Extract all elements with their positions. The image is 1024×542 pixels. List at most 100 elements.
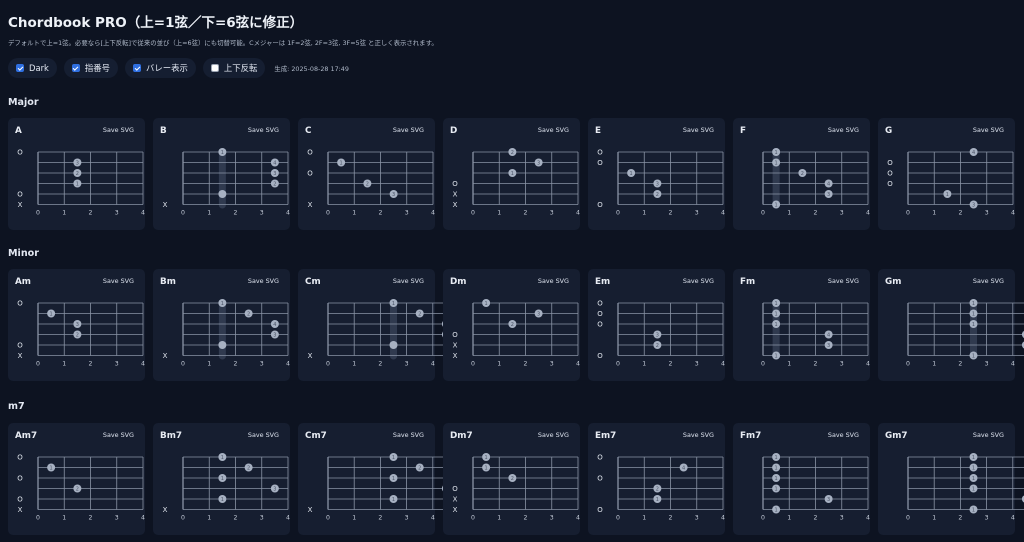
save-svg-button[interactable]: Save SVG <box>248 431 279 439</box>
fret-number-label: 3 <box>260 515 264 522</box>
save-svg-button[interactable]: Save SVG <box>683 431 714 439</box>
save-svg-button[interactable]: Save SVG <box>683 126 714 134</box>
muted-string-marker: X <box>453 506 458 514</box>
finger-number-label: 1 <box>972 476 975 482</box>
finger-number-label: 2 <box>273 181 276 187</box>
fret-number-label: 2 <box>958 361 962 368</box>
chord-diagram-f: 0 1 2 3 4 1 1 2 4 3 1 <box>761 148 870 217</box>
fret-number-label: 2 <box>89 210 93 217</box>
fret-number-label: 0 <box>181 210 185 217</box>
muted-string-marker: X <box>453 495 458 503</box>
chord-diagram-a: 0 1 2 3 4O321OX <box>17 148 145 217</box>
finger-number-label: 1 <box>392 455 395 461</box>
save-svg-button[interactable]: Save SVG <box>393 431 424 439</box>
chord-diagram-fm: 0 1 2 3 4 1 1 1 4 3 1 <box>761 299 870 368</box>
save-svg-button[interactable]: Save SVG <box>828 126 859 134</box>
save-svg-button[interactable]: Save SVG <box>103 277 134 285</box>
fingers-toggle[interactable]: 指番号 <box>63 58 118 78</box>
fret-number-label: 3 <box>115 210 119 217</box>
barre-checkbox[interactable] <box>133 64 141 72</box>
fret-number-label: 0 <box>761 361 765 368</box>
save-svg-button[interactable]: Save SVG <box>248 126 279 134</box>
save-svg-button[interactable]: Save SVG <box>973 277 1004 285</box>
fret-number-label: 4 <box>286 210 290 217</box>
finger-number-label: 4 <box>972 150 975 156</box>
finger-number-label: 1 <box>972 486 975 492</box>
fret-number-label: 3 <box>695 361 699 368</box>
chord-card-em7: Em7 Save SVG 0 1 2 3 4 O 4 O 2 1 O <box>588 423 725 535</box>
fret-number-label: 4 <box>866 210 870 217</box>
open-string-marker: O <box>597 148 603 156</box>
chord-name: E <box>595 126 602 136</box>
save-svg-button[interactable]: Save SVG <box>103 126 134 134</box>
chord-card-b: B Save SVG 0 1 2 3 4 1 4 3 2 X <box>153 118 290 230</box>
save-svg-button[interactable]: Save SVG <box>103 431 134 439</box>
flip-checkbox[interactable] <box>210 64 219 72</box>
save-svg-button[interactable]: Save SVG <box>973 126 1004 134</box>
fingers-label: 指番号 <box>84 63 110 73</box>
save-svg-button[interactable]: Save SVG <box>393 126 424 134</box>
save-svg-button[interactable]: Save SVG <box>538 431 569 439</box>
chord-row-minor: Am Save SVG 0 1 2 3 4 O 1 3 2 O X Bm Save SVG 0 1 2 3 4 1 2 4 3… <box>8 269 1024 381</box>
finger-number-label: 2 <box>76 486 79 492</box>
chord-diagram-cm: 0123451243X <box>308 299 461 368</box>
fret-number-label: 3 <box>260 210 264 217</box>
fret-number-label: 3 <box>840 361 844 368</box>
save-svg-button[interactable]: Save SVG <box>828 277 859 285</box>
fret-number-label: 1 <box>497 361 501 368</box>
fret-number-label: 4 <box>1011 210 1015 217</box>
chord-diagram-dm7: 0 1 2 3 4112OXX <box>452 453 580 522</box>
fret-number-label: 0 <box>36 361 40 368</box>
fret-number-label: 4 <box>431 515 435 522</box>
barre-toggle[interactable]: バレー表示 <box>125 58 196 78</box>
save-svg-button[interactable]: Save SVG <box>828 431 859 439</box>
fingers-checkbox[interactable] <box>71 64 80 72</box>
fret-number-label: 0 <box>906 515 910 522</box>
fret-number-label: 1 <box>352 361 356 368</box>
finger-number-label: 2 <box>656 486 659 492</box>
section-title-major: Major <box>8 97 39 108</box>
open-string-marker: O <box>452 331 458 339</box>
finger-number-label: 3 <box>827 497 830 503</box>
dark-checkbox[interactable] <box>16 64 24 72</box>
chord-diagram-e: 0 1 2 3 4OO132O <box>597 148 725 216</box>
save-svg-button[interactable]: Save SVG <box>393 277 424 285</box>
fret-number-label: 4 <box>866 515 870 522</box>
muted-string-marker: X <box>163 201 168 209</box>
finger-number-label: 3 <box>273 332 276 338</box>
dark-toggle[interactable]: Dark <box>8 58 57 78</box>
finger-number-label: 1 <box>221 476 224 482</box>
generated-timestamp: 生成: 2025-08-28 17:49 <box>274 64 349 73</box>
chord-diagram-bm7: 0 1 2 3 4 1 2 1 3 1 X <box>163 453 290 522</box>
save-svg-button[interactable]: Save SVG <box>683 277 714 285</box>
open-string-marker: O <box>597 352 603 360</box>
chord-card-am7: Am7 Save SVG 0 1 2 3 4 O 1 O 2 O X <box>8 423 145 535</box>
finger-dot <box>389 341 398 349</box>
chord-diagram-em: 0 1 2 3 4OOO32O <box>597 299 725 368</box>
save-svg-button[interactable]: Save SVG <box>248 277 279 285</box>
fret-number-label: 1 <box>642 361 646 368</box>
save-svg-button[interactable]: Save SVG <box>538 126 569 134</box>
chord-name: Dm7 <box>450 431 473 441</box>
finger-number-label: 3 <box>273 486 276 492</box>
fret-number-label: 0 <box>471 515 475 522</box>
fret-number-label: 1 <box>932 210 936 217</box>
chord-name: Em <box>595 277 611 287</box>
fret-number-label: 4 <box>141 210 145 217</box>
finger-number-label: 4 <box>682 465 685 471</box>
finger-number-label: 3 <box>273 171 276 177</box>
fret-number-label: 0 <box>181 361 185 368</box>
finger-number-label: 2 <box>247 311 250 317</box>
finger-number-label: 2 <box>76 332 79 338</box>
open-string-marker: O <box>597 453 603 461</box>
fret-number-label: 1 <box>497 515 501 522</box>
chord-name: Bm7 <box>160 431 182 441</box>
finger-number-label: 2 <box>511 322 514 328</box>
chord-card-am: Am Save SVG 0 1 2 3 4 O 1 3 2 O X <box>8 269 145 381</box>
save-svg-button[interactable]: Save SVG <box>973 431 1004 439</box>
flip-toggle[interactable]: 上下反転 <box>202 58 266 78</box>
save-svg-button[interactable]: Save SVG <box>538 277 569 285</box>
finger-number-label: 1 <box>972 465 975 471</box>
muted-string-marker: X <box>308 506 313 514</box>
chord-card-cm7: Cm7Save SVG01234512131X <box>298 423 461 535</box>
